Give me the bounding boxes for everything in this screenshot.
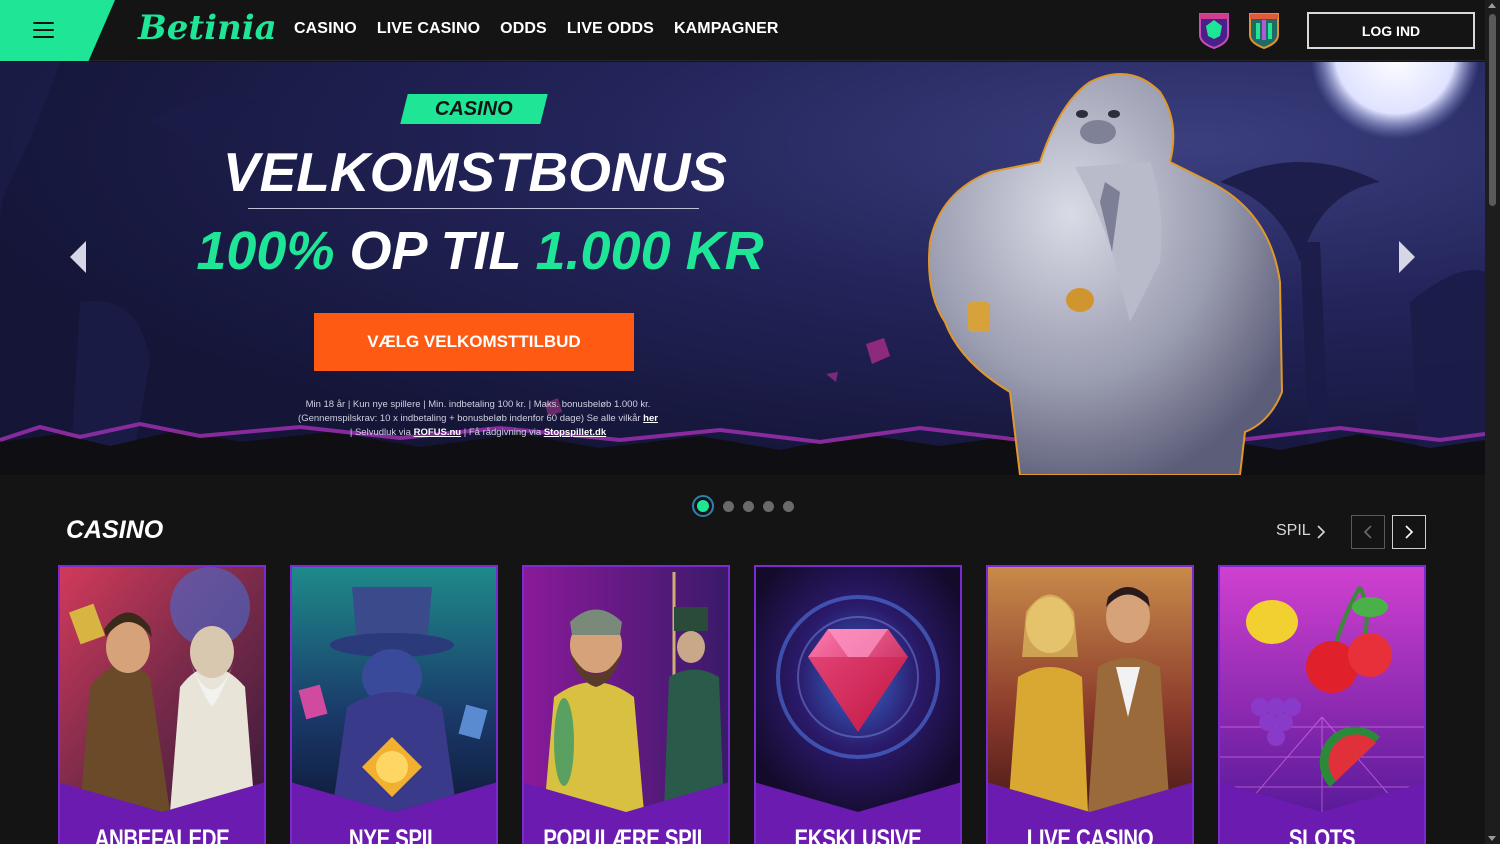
chevron-right-icon: [1405, 525, 1414, 539]
nav-live-odds[interactable]: LIVE ODDS: [567, 20, 654, 38]
gorilla-mascot: [928, 73, 1284, 475]
hero-offer: 100% OP TIL 1.000 KR: [196, 221, 764, 281]
scroll-up-arrow-icon[interactable]: [1488, 3, 1496, 8]
hero-prev-arrow-icon[interactable]: [66, 237, 90, 277]
nav-live-casino[interactable]: LIVE CASINO: [377, 20, 480, 38]
card-label: NYE SPIL: [348, 825, 440, 844]
hamburger-menu-icon[interactable]: [33, 22, 54, 39]
recommended-games-art: [60, 567, 264, 812]
slots-art: [1220, 567, 1424, 812]
spil-link[interactable]: SPIL: [1276, 522, 1311, 540]
rofus-link[interactable]: ROFUS.nu: [414, 427, 462, 438]
card-popular-games[interactable]: POPULÆRE SPIL: [522, 565, 730, 844]
card-label: POPULÆRE SPIL: [543, 825, 709, 844]
nav-kampagner[interactable]: KAMPAGNER: [674, 20, 779, 38]
scrollbar-thumb[interactable]: [1489, 14, 1496, 206]
choose-welcome-offer-button[interactable]: VÆLG VELKOMSTTILBUD: [314, 313, 634, 371]
card-label: SLOTS: [1288, 825, 1356, 844]
carousel-dot-1[interactable]: [692, 495, 714, 517]
hero-next-arrow-icon[interactable]: [1395, 237, 1419, 277]
card-recommended-games[interactable]: ANBEFALEDE SPIL: [58, 565, 266, 844]
new-games-art: [292, 567, 496, 812]
card-label: LIVE CASINO: [1026, 825, 1154, 844]
hero-title: VELKOMSTBONUS: [222, 141, 728, 203]
card-live-casino[interactable]: LIVE CASINO: [986, 565, 1194, 844]
hero-terms: Min 18 år | Kun nye spillere | Min. indb…: [298, 399, 658, 438]
card-label: ANBEFALEDE SPIL: [94, 825, 230, 844]
casino-section-title: CASINO: [61, 516, 168, 544]
hero-casino-tag: CASINO: [400, 94, 548, 124]
carousel-next-button[interactable]: [1392, 515, 1426, 549]
carousel-dot-5[interactable]: [783, 500, 794, 512]
chevron-right-icon[interactable]: [1316, 525, 1326, 539]
scroll-down-arrow-icon[interactable]: [1488, 836, 1496, 841]
card-exclusive-games[interactable]: EKSKLUSIVE SPIL: [754, 565, 962, 844]
card-slots[interactable]: SLOTS: [1218, 565, 1426, 844]
carousel-dot-2[interactable]: [723, 500, 734, 512]
stopspillet-link[interactable]: Stopspillet.dk: [544, 427, 606, 438]
hero-divider: [248, 208, 699, 209]
menu-panel: [0, 0, 115, 61]
live-casino-art: [988, 567, 1192, 812]
page: Betinia CASINO LIVE CASINO ODDS LIVE ODD…: [0, 0, 1500, 844]
hero-carousel-dots: [692, 495, 794, 517]
top-header: Betinia CASINO LIVE CASINO ODDS LIVE ODD…: [0, 0, 1485, 61]
hero-banner: CASINO VELKOMSTBONUS 100% OP TIL 1.000 K…: [0, 62, 1485, 475]
chevron-left-icon: [1363, 525, 1372, 539]
exclusive-games-art: [756, 567, 960, 812]
card-label: EKSKLUSIVE SPIL: [794, 825, 922, 844]
spillemyndigheden-badge-icon[interactable]: [1198, 11, 1230, 49]
login-button[interactable]: LOG IND: [1307, 12, 1475, 49]
nav-casino[interactable]: CASINO: [294, 20, 357, 38]
card-new-games[interactable]: NYE SPIL: [290, 565, 498, 844]
main-nav: CASINO LIVE CASINO ODDS LIVE ODDS KAMPAG…: [294, 20, 779, 38]
stadium-badge-icon[interactable]: [1248, 11, 1280, 49]
carousel-dot-4[interactable]: [763, 500, 774, 512]
nav-odds[interactable]: ODDS: [500, 20, 547, 38]
popular-games-art: [524, 567, 728, 812]
betinia-logo[interactable]: Betinia: [138, 8, 277, 48]
carousel-dot-3[interactable]: [743, 500, 754, 512]
page-scrollbar[interactable]: [1485, 0, 1500, 844]
carousel-prev-button[interactable]: [1351, 515, 1385, 549]
terms-link-her[interactable]: her: [643, 413, 658, 424]
